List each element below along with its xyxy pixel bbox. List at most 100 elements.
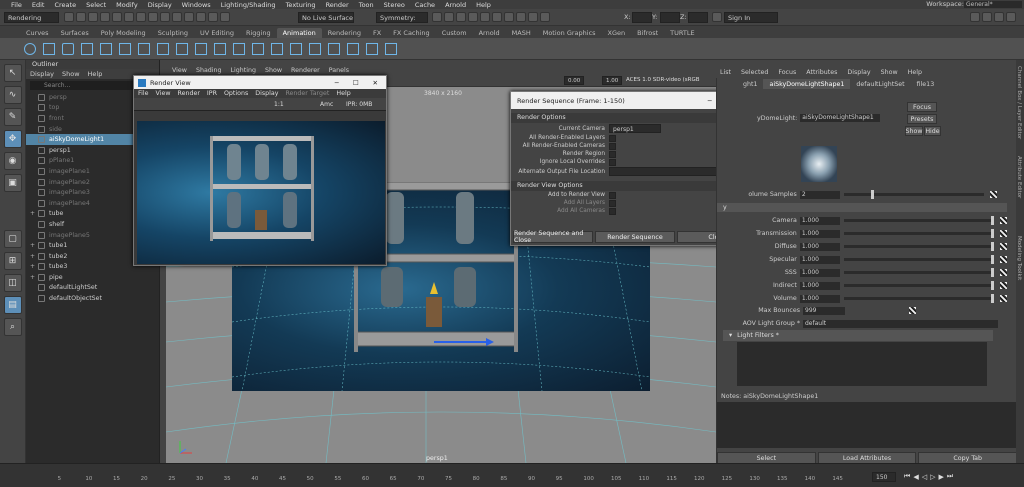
- select-component-icon[interactable]: [148, 12, 158, 22]
- viewport-menu-lighting[interactable]: Lighting: [231, 67, 256, 74]
- render-view-option-checkbox[interactable]: [609, 191, 616, 199]
- shelf-tab-fxcaching[interactable]: FX Caching: [387, 28, 436, 38]
- redo-icon[interactable]: [112, 12, 122, 22]
- slider-knob[interactable]: [991, 294, 995, 303]
- revolve-icon[interactable]: [328, 42, 340, 55]
- attr-value-field[interactable]: 1.000: [799, 268, 841, 277]
- current-camera-dropdown[interactable]: persp1: [609, 124, 661, 133]
- ae-menu-display[interactable]: Display: [847, 69, 870, 76]
- ae-tab-defaultlightset[interactable]: defaultLightSet: [850, 79, 910, 89]
- render-view-menu-rendertarget[interactable]: Render Target: [285, 90, 329, 97]
- gamma-field[interactable]: 1.00: [602, 76, 622, 85]
- node-name-field[interactable]: aiSkyDomeLightShape1: [800, 114, 881, 122]
- menu-item-create[interactable]: Create: [49, 1, 81, 9]
- shelf-tab-fx[interactable]: FX: [367, 28, 387, 38]
- light-filters-list[interactable]: [737, 342, 987, 386]
- project-curve-icon[interactable]: [252, 42, 264, 55]
- shelf-tab-rigging[interactable]: Rigging: [240, 28, 277, 38]
- symmetry-dropdown[interactable]: Symmetry: Off: [376, 12, 428, 33]
- attribute-editor-icon[interactable]: [982, 12, 992, 22]
- tool-settings-icon[interactable]: [994, 12, 1004, 22]
- shelf-tab-sculpting[interactable]: Sculpting: [152, 28, 194, 38]
- attr-map-check[interactable]: [1000, 230, 1008, 237]
- viewport-menu-panels[interactable]: Panels: [329, 67, 349, 74]
- new-scene-icon[interactable]: [64, 12, 74, 22]
- viewport-menu-renderer[interactable]: Renderer: [291, 67, 320, 74]
- attr-value-field[interactable]: 1.000: [799, 229, 841, 238]
- modeling-toolkit-icon[interactable]: [970, 12, 980, 22]
- render-option-checkbox[interactable]: [609, 150, 616, 158]
- sign-in-dropdown[interactable]: Sign In: [724, 12, 778, 23]
- select-hierarchy-icon[interactable]: [124, 12, 134, 22]
- duplicate-curve-icon[interactable]: [233, 42, 245, 55]
- slider-knob[interactable]: [991, 216, 995, 225]
- hide-button[interactable]: Hide: [924, 126, 941, 136]
- snap-view-icon[interactable]: [220, 12, 230, 22]
- shelf-tab-animation[interactable]: Animation: [276, 28, 322, 38]
- ep-curve-icon[interactable]: [81, 42, 93, 55]
- amc-label[interactable]: Amc: [320, 101, 333, 108]
- menu-item-file[interactable]: File: [6, 1, 27, 9]
- attr-map-check[interactable]: [1000, 243, 1008, 250]
- shelf-tab-uvediting[interactable]: UV Editing: [194, 28, 240, 38]
- slider-knob[interactable]: [991, 255, 995, 264]
- menu-item-modify[interactable]: Modify: [111, 1, 143, 9]
- end-frame-field[interactable]: 150: [872, 472, 896, 482]
- attr-slider[interactable]: [844, 294, 995, 303]
- planar-icon[interactable]: [347, 42, 359, 55]
- rebuild-curve-icon[interactable]: [195, 42, 207, 55]
- go-start-icon[interactable]: ⏮: [904, 472, 910, 481]
- outliner-layout-icon[interactable]: ▤: [3, 296, 22, 314]
- max-bounces-field[interactable]: 999: [803, 306, 845, 315]
- snap-point-icon[interactable]: [196, 12, 206, 22]
- render-view-menu-view[interactable]: View: [156, 90, 171, 97]
- y-coord-field[interactable]: [660, 12, 680, 23]
- bevel-icon[interactable]: [366, 42, 378, 55]
- render-setup-icon[interactable]: [528, 12, 538, 22]
- menu-item-toon[interactable]: Toon: [354, 1, 379, 9]
- shelf-tab-turtle[interactable]: TURTLE: [664, 28, 700, 38]
- go-end-icon[interactable]: ⏭: [947, 472, 953, 481]
- menu-item-render[interactable]: Render: [321, 1, 354, 9]
- render-settings-icon[interactable]: [456, 12, 466, 22]
- user-icon[interactable]: [712, 12, 722, 22]
- ae-menu-help[interactable]: Help: [908, 69, 922, 76]
- menu-item-arnold[interactable]: Arnold: [440, 1, 471, 9]
- render-option-checkbox[interactable]: [609, 134, 616, 142]
- paint-select-icon[interactable]: ✎: [3, 108, 22, 126]
- slider-knob[interactable]: [991, 281, 995, 290]
- shelf-tab-bifrost[interactable]: Bifrost: [631, 28, 664, 38]
- attr-value-field[interactable]: 1.000: [799, 281, 841, 290]
- menu-set-dropdown[interactable]: Rendering: [4, 12, 59, 23]
- expand-icon[interactable]: +: [30, 274, 38, 281]
- render-sequence-and-close-button[interactable]: Render Sequence and Close: [513, 230, 593, 244]
- slider-knob[interactable]: [871, 190, 875, 199]
- attr-slider[interactable]: [844, 242, 995, 251]
- rotate-tool-icon[interactable]: ◉: [3, 152, 22, 170]
- attr-slider[interactable]: [844, 229, 995, 238]
- colorspace-label[interactable]: ACES 1.0 SDR-video (sRGB: [626, 77, 700, 83]
- render-view-menu-help[interactable]: Help: [336, 90, 350, 97]
- notes-field[interactable]: [717, 402, 1017, 448]
- channel-box-tab[interactable]: Channel Box / Layer Editor: [1016, 66, 1022, 139]
- expand-icon[interactable]: +: [30, 210, 38, 217]
- attr-value-field[interactable]: 1.000: [799, 216, 841, 225]
- step-back-icon[interactable]: ◀: [913, 473, 918, 481]
- attribute-editor-tab[interactable]: Attribute Editor: [1016, 156, 1022, 198]
- attr-slider[interactable]: [844, 268, 995, 277]
- modeling-toolkit-tab[interactable]: Modeling Toolkit: [1016, 236, 1022, 280]
- detach-curves-icon[interactable]: [176, 42, 188, 55]
- snap-curve-icon[interactable]: [184, 12, 194, 22]
- outliner-menu-show[interactable]: Show: [62, 70, 80, 78]
- attr-map-check[interactable]: [1000, 217, 1008, 224]
- playblast-icon[interactable]: [504, 12, 514, 22]
- step-forward-icon[interactable]: ▶: [938, 473, 943, 481]
- two-view-icon[interactable]: ◫: [3, 274, 22, 292]
- maximize-icon[interactable]: ☐: [353, 79, 359, 87]
- menu-item-windows[interactable]: Windows: [177, 1, 216, 9]
- shelf-tab-surfaces[interactable]: Surfaces: [55, 28, 95, 38]
- render-view-menu-render[interactable]: Render: [178, 90, 200, 97]
- select-object-icon[interactable]: [136, 12, 146, 22]
- render-view-menu-options[interactable]: Options: [224, 90, 248, 97]
- ae-tab-aiskydomelightshape1[interactable]: aiSkyDomeLightShape1: [763, 79, 851, 89]
